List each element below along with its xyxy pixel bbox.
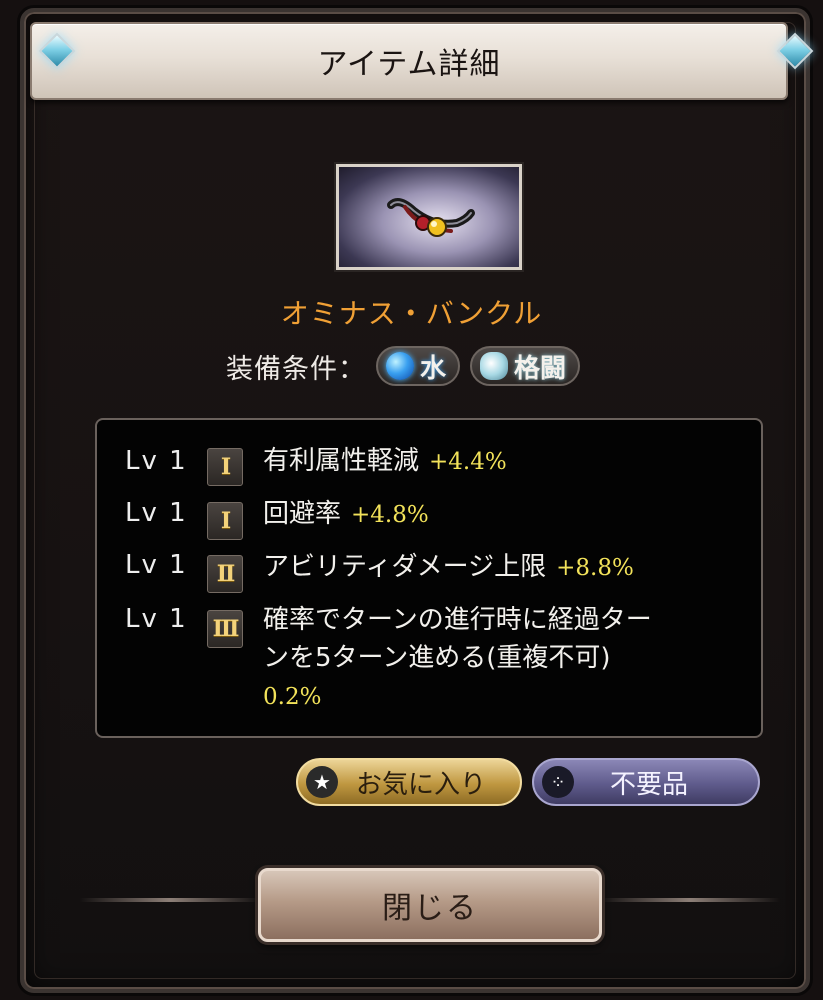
bangle-icon	[387, 198, 475, 237]
footer: 閉じる	[0, 838, 823, 978]
skill-level: Lv 1	[125, 446, 188, 476]
condition-label: 水	[420, 353, 447, 384]
skill-description: アビリティダメージ上限 +8.8%	[263, 548, 634, 587]
skill-tier: I	[220, 454, 231, 480]
favorite-label: お気に入り	[356, 769, 487, 800]
skill-tier: I	[220, 508, 231, 534]
condition-badge-fist: 格闘	[470, 346, 581, 386]
item-name: オミナス・バンクル	[280, 297, 543, 330]
skill-description: 有利属性軽減 +4.4%	[263, 442, 507, 481]
fist-weapon-icon	[480, 352, 509, 380]
equip-condition-row: 装備条件： 水 格闘	[226, 344, 581, 388]
star-icon: ★	[306, 766, 338, 798]
skill-value: 0.2%	[263, 684, 322, 710]
skill-tier: II	[216, 561, 236, 587]
water-element-icon	[386, 352, 414, 380]
skill-tier-badge: III	[207, 610, 243, 648]
skill-level: Lv 1	[125, 550, 188, 580]
skill-value: +4.4%	[429, 449, 507, 475]
item-thumbnail	[336, 164, 522, 270]
skill-level: Lv 1	[125, 498, 188, 528]
skill-text: 有利属性軽減	[263, 446, 420, 476]
skill-tier-badge: I	[207, 448, 243, 486]
skill-description: 確率でターンの進行時に経過ター ンを5ターン進める(重複不可) 0.2%	[263, 601, 652, 716]
close-label: 閉じる	[382, 891, 478, 926]
skill-text-line: 確率でターンの進行時に経過ター	[263, 605, 652, 635]
skill-text: アビリティダメージ上限	[263, 552, 547, 582]
dialog-title: アイテム詳細	[317, 47, 501, 82]
skill-value: +4.8%	[351, 502, 429, 528]
skill-description: 回避率 +4.8%	[263, 495, 429, 534]
unwanted-label: 不要品	[610, 769, 689, 800]
skill-tier-badge: I	[207, 502, 243, 540]
skills-panel: Lv 1 I 有利属性軽減 +4.4% Lv 1 I 回避率 +4.8% Lv 1 …	[95, 418, 763, 738]
ornament-line	[600, 898, 780, 902]
dots-icon: ⁘	[542, 766, 574, 798]
condition-label: 格闘	[514, 353, 567, 384]
condition-badge-water: 水	[376, 346, 461, 386]
close-button[interactable]: 閉じる	[258, 868, 602, 942]
equip-condition-label: 装備条件：	[226, 353, 366, 385]
skill-tier: III	[212, 616, 240, 642]
unwanted-button[interactable]: ⁘ 不要品	[532, 758, 760, 806]
skill-text: 回避率	[263, 499, 342, 529]
skill-level: Lv 1	[125, 604, 188, 634]
skill-tier-badge: II	[207, 555, 243, 593]
skill-text-line: ンを5ターン進める(重複不可)	[263, 643, 611, 673]
favorite-button[interactable]: ★ お気に入り	[296, 758, 522, 806]
skill-value: +8.8%	[556, 555, 634, 581]
ornament-line	[80, 898, 260, 902]
dialog-title-bar: アイテム詳細	[30, 22, 788, 100]
